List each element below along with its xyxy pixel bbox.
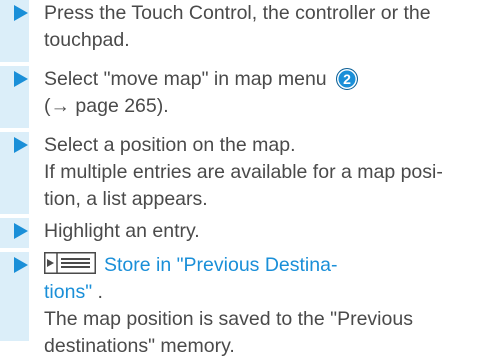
step-5-note: The map position is saved to the "Previo… bbox=[44, 308, 413, 357]
step-arrow-icon bbox=[14, 5, 28, 21]
step-arrow-icon bbox=[14, 137, 28, 153]
step-3-note: If multiple entries are available for a … bbox=[44, 161, 443, 210]
instruction-page: Press the Touch Control, the controller … bbox=[0, 0, 478, 357]
callout-badge: 2 bbox=[336, 68, 359, 90]
step-2-label: Select "move map" in map menu bbox=[44, 68, 327, 90]
list-menu-icon bbox=[44, 252, 96, 274]
step-3-text: Select a position on the map. If multipl… bbox=[44, 132, 472, 213]
page-reference: (→ page 265). bbox=[44, 95, 169, 117]
step-3-label: Select a position on the map. bbox=[44, 134, 296, 156]
step-arrow-icon bbox=[14, 257, 28, 273]
step-arrow-icon bbox=[14, 71, 28, 87]
step-1-text: Press the Touch Control, the controller … bbox=[44, 2, 431, 51]
step-5-suffix: . bbox=[92, 281, 103, 303]
step-2-text: Select "move map" in map menu 2 (→ page … bbox=[44, 66, 472, 120]
step-arrow-icon bbox=[14, 223, 28, 239]
step-5-text: Store in "Previous Destina- tions" . The… bbox=[44, 252, 472, 360]
step-4-text: Highlight an entry. bbox=[44, 220, 200, 242]
